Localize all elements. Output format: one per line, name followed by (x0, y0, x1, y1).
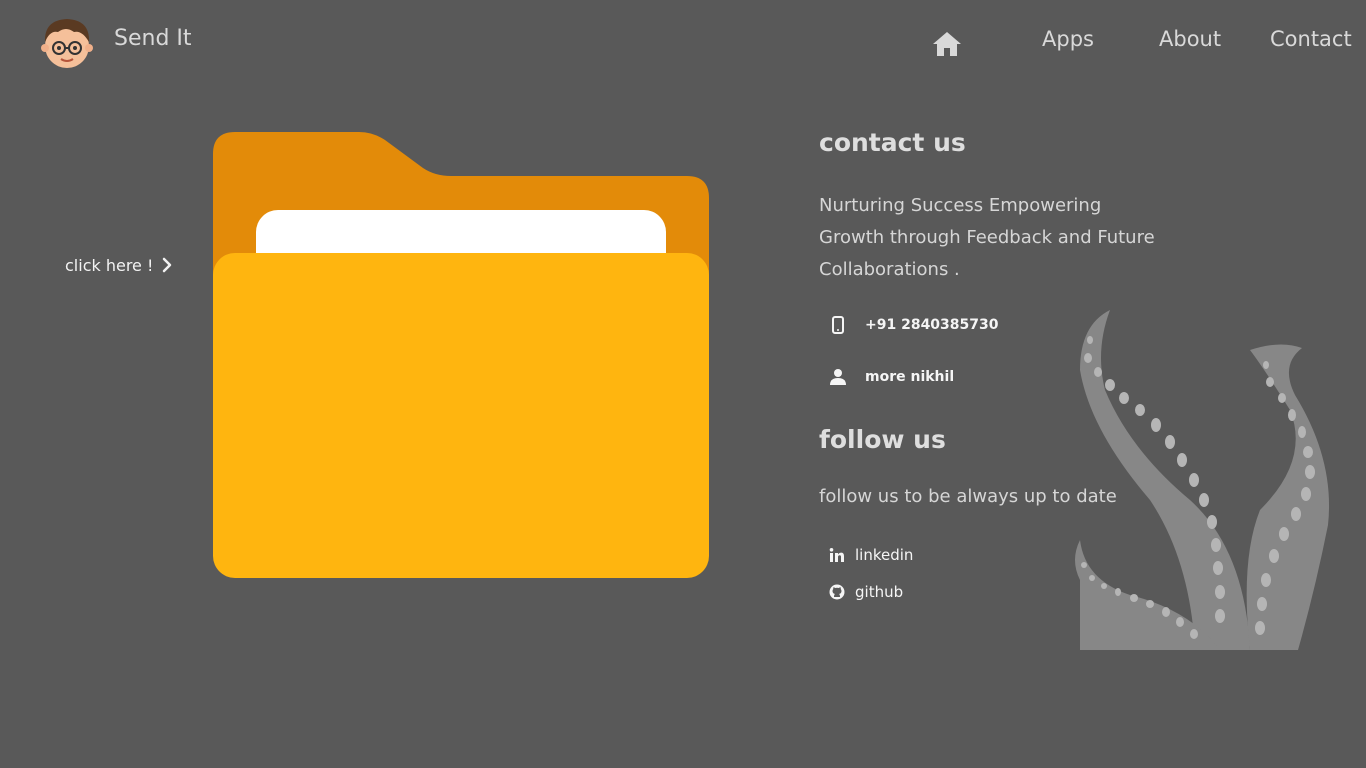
chevron-right-icon (163, 257, 172, 273)
home-icon[interactable] (932, 30, 962, 58)
user-icon (830, 369, 846, 385)
linkedin-label: linkedin (855, 546, 914, 564)
name-row: more nikhil (829, 368, 954, 386)
follow-text: follow us to be always up to date (819, 486, 1117, 507)
nav-about-link[interactable]: About (1159, 27, 1221, 51)
contact-title: contact us (819, 128, 966, 157)
nav-contact-link[interactable]: Contact (1270, 27, 1352, 51)
click-here-label: click here ! (65, 255, 154, 275)
contact-tagline: Nurturing Success Empowering Growth thro… (819, 195, 1155, 280)
github-label: github (855, 583, 904, 601)
top-navbar: Send It Apps About Contact (0, 0, 1366, 86)
linkedin-icon (829, 548, 844, 562)
folder-icon[interactable] (213, 132, 709, 578)
linkedin-link[interactable]: linkedin (829, 546, 913, 564)
phone-row: +91 2840385730 (829, 316, 999, 334)
brand-name[interactable]: Send It (114, 26, 192, 51)
phone-number: +91 2840385730 (865, 317, 999, 333)
nav-apps-link[interactable]: Apps (1042, 27, 1094, 51)
mobile-phone-icon (832, 316, 844, 334)
follow-title: follow us (819, 425, 946, 454)
contact-name: more nikhil (865, 369, 955, 385)
tentacles-decoration (1075, 310, 1330, 650)
avatar[interactable] (36, 12, 98, 74)
click-here-link[interactable]: click here ! (65, 253, 173, 277)
github-link[interactable]: github (829, 583, 903, 601)
github-icon (829, 584, 845, 600)
